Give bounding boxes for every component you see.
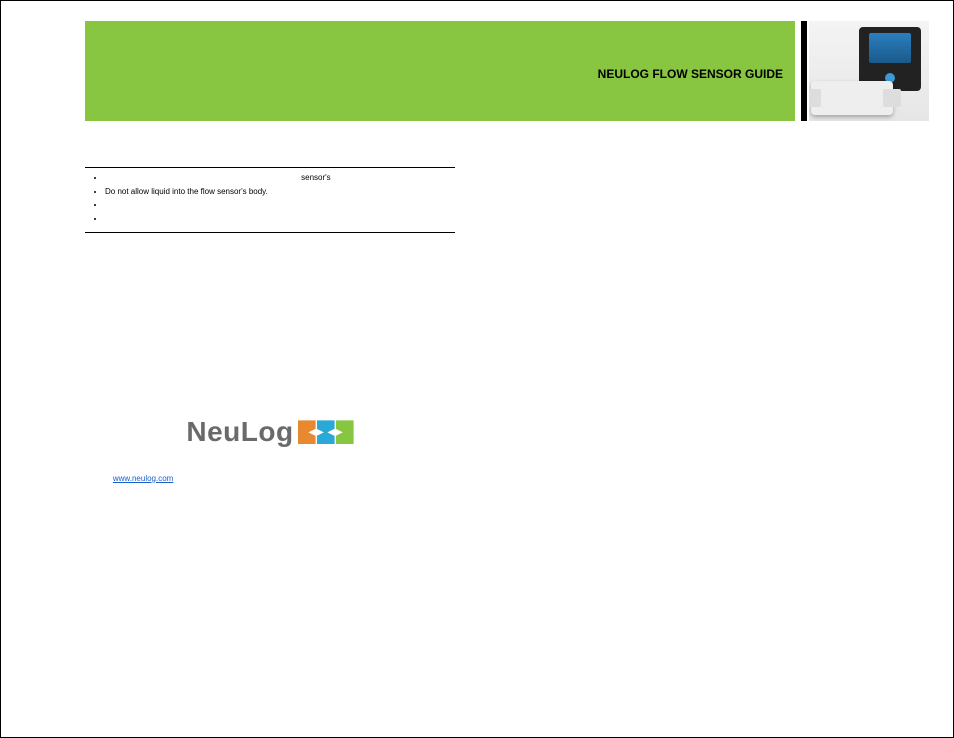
list-text-visible: Do not allow liquid into the flow sensor… xyxy=(105,187,268,196)
list-item: Do not allow liquid into the flow sensor… xyxy=(105,186,455,198)
label: E: xyxy=(101,486,111,495)
logo-text: NeuLog xyxy=(186,412,293,453)
logo-shapes xyxy=(298,420,354,444)
list-item: Never submerge the NeuLog plastic body i… xyxy=(105,172,455,184)
logo-shape-blue-icon xyxy=(317,420,335,444)
website-link[interactable]: www.neulog.com xyxy=(113,474,173,483)
label: A: xyxy=(101,498,111,507)
header: NEULOG FLOW SENSOR GUIDE xyxy=(25,21,929,121)
warranty-heading: Warranty: xyxy=(85,243,455,256)
logo-shape-orange-icon xyxy=(298,420,316,444)
address: 850 St Paul Street, Suite 15, Rochester,… xyxy=(111,498,290,507)
contact-phone: P: 1.866.553.8536 xyxy=(101,509,455,521)
product-image xyxy=(809,21,929,121)
maintenance-list: Never submerge the NeuLog plastic body i… xyxy=(93,172,455,224)
list-text: Never submerge the NeuLog plastic body i… xyxy=(105,173,301,182)
thanks-line: Thank you for using NeuLog! xyxy=(85,330,455,342)
header-banner: NEULOG FLOW SENSOR GUIDE xyxy=(85,21,795,121)
list-item: Store in a box at room temperature out o… xyxy=(105,213,455,225)
list-text: Store in a box at room temperature out o… xyxy=(105,214,305,223)
list-item: After use, gently wipe away any foreign … xyxy=(105,199,455,211)
logo-block: NeuLog Flexible, simple, fast, forward t… xyxy=(85,412,455,545)
rule xyxy=(85,232,455,235)
logo-shape-green-icon xyxy=(336,420,354,444)
contact-web: W: www.neulog.com xyxy=(101,473,455,485)
list-text-visible: sensor's xyxy=(301,173,331,182)
warranty-body: We promise to deliver our sensor free of… xyxy=(85,260,455,318)
label: P: xyxy=(101,510,111,519)
email: info@neulog.com xyxy=(111,486,173,495)
tagline: Flexible, simple, fast, forward thinking… xyxy=(101,461,455,473)
phone: 1.866.553.8536 xyxy=(111,510,167,519)
contact-block: Flexible, simple, fast, forward thinking… xyxy=(85,461,455,545)
version: V05022013 xyxy=(101,533,455,545)
left-column: Maintenance and storage: Never submerge … xyxy=(85,145,455,545)
label: W: xyxy=(101,474,113,483)
page-number: 5 xyxy=(912,701,917,711)
content-columns: Maintenance and storage: Never submerge … xyxy=(25,145,929,545)
page-inner: NEULOG FLOW SENSOR GUIDE Maintenance and… xyxy=(25,21,929,717)
device-screen xyxy=(869,33,911,63)
neulog-logo: NeuLog xyxy=(186,412,353,453)
right-column xyxy=(487,145,869,545)
contact-email: E: info@neulog.com xyxy=(101,485,455,497)
contact-address: A: 850 St Paul Street, Suite 15, Rochest… xyxy=(101,497,455,509)
maintenance-heading: Maintenance and storage: xyxy=(85,153,455,168)
page: NEULOG FLOW SENSOR GUIDE Maintenance and… xyxy=(0,0,954,738)
header-divider xyxy=(801,21,807,121)
list-text: After use, gently wipe away any foreign … xyxy=(105,200,351,209)
document-title: NEULOG FLOW SENSOR GUIDE xyxy=(598,67,783,81)
flow-pipe-illustration xyxy=(811,81,893,115)
